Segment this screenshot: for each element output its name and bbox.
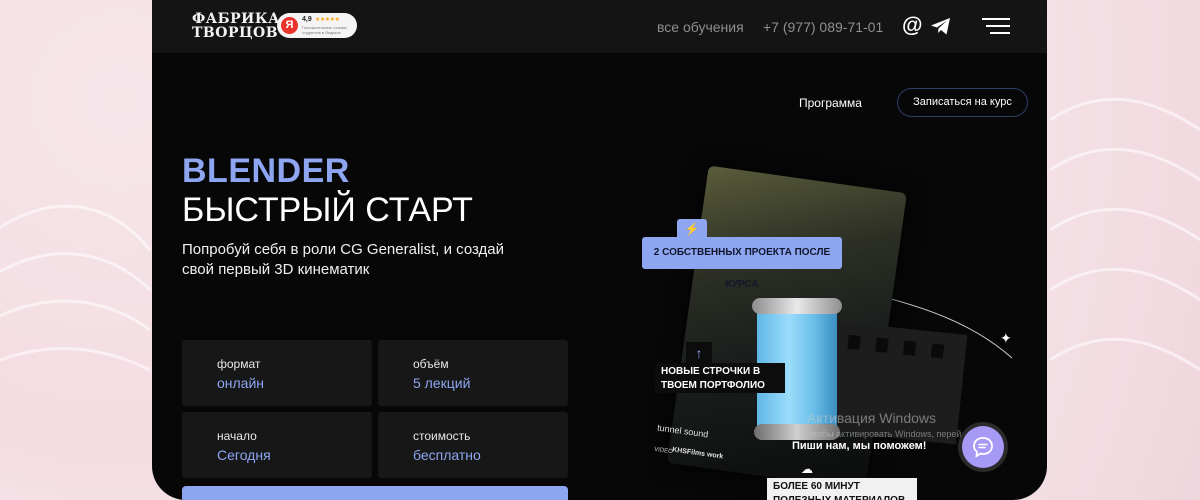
hero-title-accent: BLENDER [182, 152, 350, 190]
lightning-icon: ⚡ [677, 219, 707, 239]
film-strip [826, 321, 968, 445]
photo-video-label: VIDEO [653, 446, 673, 456]
yandex-rating-badge[interactable]: Я 4,9 ★★★★★ Положительные отзывы студент… [277, 13, 357, 38]
projects-tag: 2 СОБСТВЕННЫХ ПРОЕКТА ПОСЛЕ КУРСА [642, 237, 842, 290]
help-chat-label[interactable]: Пиши нам, мы поможем! [792, 440, 926, 452]
yandex-logo-icon: Я [281, 17, 298, 34]
menu-icon[interactable] [982, 18, 1010, 34]
materials-tag: БОЛЕЕ 60 МИНУТ ПОЛЕЗНЫХ МАТЕРИАЛОВ [767, 478, 917, 500]
windows-watermark-text: Чтобы активировать Windows, перейдите в [807, 429, 988, 439]
hero-title: БЫСТРЫЙ СТАРТ [182, 191, 473, 229]
info-card-start: начало Сегодня [182, 412, 372, 478]
telegram-icon[interactable] [931, 18, 951, 40]
chat-button[interactable] [962, 426, 1004, 468]
signup-cta-bar[interactable] [182, 486, 568, 500]
info-card-volume: объём 5 лекций [378, 340, 568, 406]
brand-logo[interactable]: ФАБРИКА ТВОРЦОВ [192, 12, 280, 40]
rating-score: 4,9 [302, 16, 312, 23]
chat-bubble-icon [973, 437, 993, 458]
phone-link[interactable]: +7 (977) 089-71-01 [763, 19, 883, 35]
info-card-price: стоимость бесплатно [378, 412, 568, 478]
windows-watermark-title: Активация Windows [807, 410, 937, 426]
rating-caption: Положительные отзывы студентов в Яндексе [302, 25, 347, 35]
top-navigation: ФАБРИКА ТВОРЦОВ Я 4,9 ★★★★★ Положительны… [152, 0, 1047, 53]
hero-subtitle: Попробуй себя в роли CG Generalist, и со… [182, 241, 505, 278]
info-card-format: формат онлайн [182, 340, 372, 406]
rating-stars: ★★★★★ [315, 17, 340, 23]
sparkle-icon: ✦ [1000, 330, 1012, 346]
cloud-icon: ☁ [801, 462, 813, 476]
portfolio-tag: НОВЫЕ СТРОЧКИ В ТВОЕМ ПОРТФОЛИО [655, 363, 785, 393]
all-courses-link[interactable]: все обучения [657, 19, 744, 35]
enroll-button[interactable]: Записаться на курс [897, 88, 1028, 117]
arrow-up-icon: ↑ [686, 342, 712, 364]
program-button[interactable]: Программа [799, 96, 862, 110]
page-frame: ФАБРИКА ТВОРЦОВ Я 4,9 ★★★★★ Положительны… [152, 0, 1047, 500]
email-icon[interactable]: @ [902, 15, 922, 37]
